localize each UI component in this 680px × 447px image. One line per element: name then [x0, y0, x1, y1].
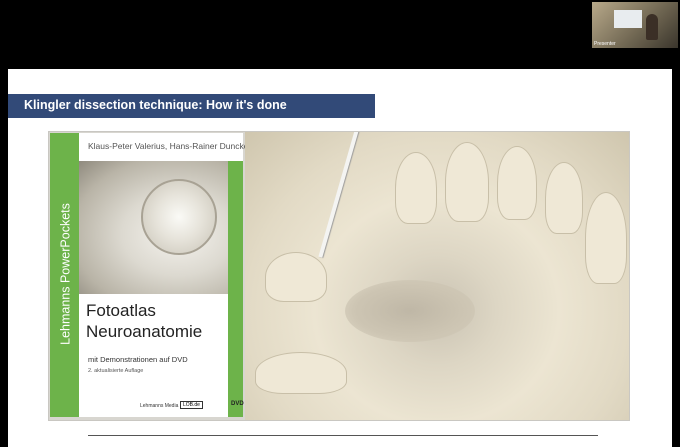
book-subtitle: mit Demonstrationen auf DVD: [88, 355, 188, 364]
cerebellum-photo: [79, 161, 243, 294]
gyrus-shape: [545, 162, 583, 234]
presentation-slide: Klingler dissection technique: How it's …: [8, 69, 672, 447]
white-matter-center: [345, 280, 475, 342]
presenter-figure: [646, 14, 658, 40]
cerebellum-image: [141, 179, 217, 255]
presenter-label: Presenter: [594, 41, 616, 47]
book-cover: Lehmanns PowerPockets Klaus-Peter Valeri…: [50, 133, 251, 417]
dissection-probe: [318, 132, 361, 258]
book-series-label: Lehmanns PowerPockets: [58, 203, 73, 345]
gyrus-shape: [255, 352, 347, 394]
book-publisher-site: LOB.de: [180, 401, 203, 409]
book-cover-green-stripe: [228, 161, 243, 417]
slide-title-bar: Klingler dissection technique: How it's …: [8, 94, 375, 118]
dvd-logo: DVD: [231, 401, 244, 407]
projection-screen: [614, 10, 642, 28]
gyrus-shape: [395, 152, 437, 224]
slide-image-frame: Lehmanns PowerPockets Klaus-Peter Valeri…: [48, 131, 630, 421]
book-title-line1: Fotoatlas: [86, 301, 156, 320]
gyrus-shape: [497, 146, 537, 220]
book-edition: 2. aktualisierte Auflage: [88, 368, 144, 374]
book-cover-green-band: Lehmanns PowerPockets: [50, 133, 79, 417]
brain-dissection-photo: [245, 132, 629, 420]
video-call-top-bar: Presenter: [0, 0, 680, 68]
gyrus-shape: [445, 142, 489, 222]
slide-title: Klingler dissection technique: How it's …: [24, 98, 287, 112]
book-authors: Klaus-Peter Valerius, Hans-Rainer Duncke…: [88, 141, 252, 151]
book-publisher: Lehmanns Media: [140, 403, 179, 409]
presenter-video-thumbnail[interactable]: Presenter: [592, 2, 678, 48]
gyrus-shape: [265, 252, 327, 302]
book-title-line2: Neuroanatomie: [86, 322, 203, 341]
gyrus-shape: [585, 192, 627, 284]
slide-footer-line: [88, 435, 598, 436]
